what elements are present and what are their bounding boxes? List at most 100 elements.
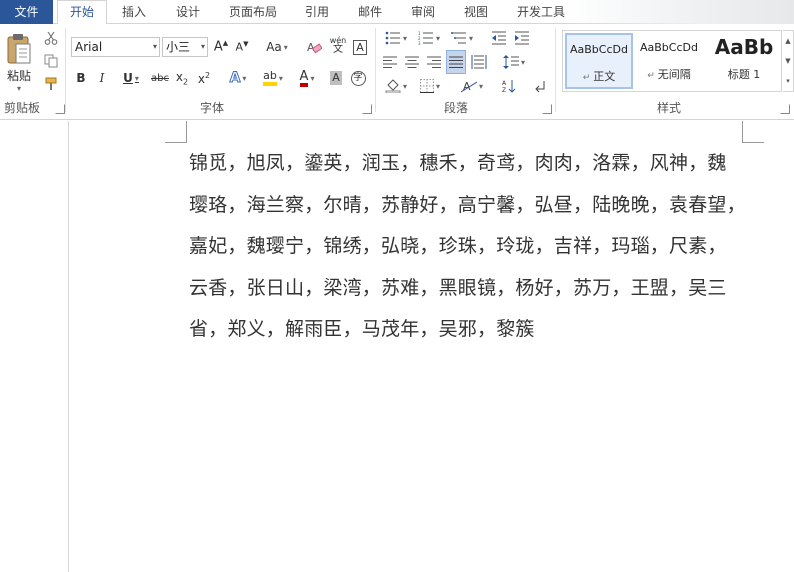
character-border-button[interactable]: A [351,36,369,58]
paragraph-mark-icon [535,81,545,93]
multilevel-list-button[interactable] [447,27,477,49]
copy-icon [44,54,58,68]
paste-label: 粘贴 [6,69,31,83]
line-spacing-button[interactable] [499,51,529,73]
subscript-icon: x2 [175,69,189,87]
sort-button[interactable]: AZ [500,75,518,97]
font-name-combo[interactable]: Arial ▾ [71,37,160,57]
align-left-icon [383,56,397,68]
underline-button[interactable]: U [116,67,146,89]
distributed-align-icon [471,55,487,69]
decrease-indent-button[interactable] [489,27,509,49]
tab-design[interactable]: 设计 [166,0,210,24]
align-center-button[interactable] [403,51,421,73]
highlight-button[interactable]: ab [258,67,288,89]
bullet-list-icon [385,31,400,45]
scroll-up-icon[interactable]: ▲ [783,31,793,51]
format-painter-button[interactable] [42,74,60,94]
tab-references[interactable]: 引用 [295,0,339,24]
bold-icon: B [76,71,86,85]
decrease-indent-icon [492,31,506,45]
crop-mark-top-left [165,121,187,143]
multilevel-list-icon [450,32,466,44]
style-normal[interactable]: AaBbCcDd ↵ 正文 [565,33,633,89]
style-no-spacing[interactable]: AaBbCcDd ↵ 无间隔 [635,33,703,89]
font-color-icon: A [299,70,309,87]
font-color-button[interactable]: A [293,67,321,89]
distributed-button[interactable] [469,51,489,73]
more-styles-icon[interactable]: ▾ [783,71,793,91]
phonetic-guide-button[interactable]: wén 文 [327,34,349,56]
scroll-down-icon[interactable]: ▼ [783,51,793,71]
text-effects-button[interactable]: A [224,67,252,89]
title-decoration [564,0,794,24]
style-heading-1[interactable]: AaBb 标题 1 [706,33,781,89]
font-size-value: 小三 [166,40,191,54]
tab-view[interactable]: 视图 [454,0,498,24]
tab-review[interactable]: 审阅 [401,0,445,24]
character-shading-icon: A [330,71,342,85]
style-sample: AaBbCcDd [640,41,698,54]
font-size-combo[interactable]: 小三 ▾ [162,37,208,57]
ribbon-home: 粘贴 ▾ 剪贴板 Arial ▾ 小三 ▾ A▲ A▼ Aa A [0,24,794,120]
increase-indent-button[interactable] [512,27,532,49]
paste-button[interactable]: 粘贴 ▾ [4,30,34,96]
tab-home[interactable]: 开始 [57,0,107,25]
change-case-label: Aa [266,40,282,54]
tab-file[interactable]: 文件 [0,0,53,24]
eraser-icon: A [307,41,322,54]
ribbon-tab-bar: 文件 开始 插入 设计 页面布局 引用 邮件 审阅 视图 开发工具 [0,0,794,25]
numbering-button[interactable]: 123 [414,27,444,49]
font-name-value: Arial [75,40,103,54]
strikethrough-button[interactable]: abc [150,67,170,89]
tab-mailings[interactable]: 邮件 [348,0,392,24]
bullets-button[interactable] [381,27,411,49]
cut-button[interactable] [42,28,60,48]
bold-button[interactable]: B [73,67,89,89]
show-marks-button[interactable] [531,75,549,97]
chinese-layout-button[interactable]: A [456,75,488,97]
tab-page-layout[interactable]: 页面布局 [222,0,284,24]
change-case-button[interactable]: Aa [261,36,293,58]
styles-dialog-launcher[interactable] [780,104,790,114]
styles-group-label: 样式 [657,101,682,115]
borders-icon [419,79,434,93]
document-area: 锦觅，旭凤，鎏英，润玉，穗禾，奇鸢，肉肉，洛霖，风神，魏 璎珞，海兰察，尔晴，苏… [0,121,794,572]
italic-icon: I [99,71,105,85]
superscript-button[interactable]: x2 [195,67,213,89]
document-body[interactable]: 锦觅，旭凤，鎏英，润玉，穗禾，奇鸢，肉肉，洛霖，风神，魏 璎珞，海兰察，尔晴，苏… [189,143,749,351]
align-left-button[interactable] [381,51,399,73]
document-line: 嘉妃，魏璎宁，锦绣，弘晓，珍珠，玲珑，吉祥，玛瑙，尺素， [189,235,727,257]
underline-icon: U [123,71,133,85]
paragraph-dialog-launcher[interactable] [542,104,552,114]
italic-button[interactable]: I [94,67,110,89]
shrink-font-button[interactable]: A▼ [233,36,251,58]
enclose-character-icon: 字 [350,70,366,86]
document-line: 云香，张日山，梁湾，苏难，黑眼镜，杨好，苏万，王盟，吴三 [189,276,727,299]
enclose-character-button[interactable]: 字 [349,67,367,89]
align-center-icon [405,56,419,68]
highlighter-icon: ab [263,70,277,86]
grow-font-button[interactable]: A▲ [212,36,230,58]
tab-developer[interactable]: 开发工具 [508,0,574,24]
shrink-font-icon: A▼ [235,40,249,54]
strikethrough-icon: abc [151,72,169,84]
clipboard-dialog-launcher[interactable] [55,104,65,114]
document-line: 锦觅，旭凤，鎏英，润玉，穗禾，奇鸢，肉肉，洛霖，风神，魏 [189,152,727,174]
tab-insert[interactable]: 插入 [112,0,156,24]
character-shading-button[interactable]: A [327,67,345,89]
chevron-down-icon: ▾ [16,84,21,93]
clipboard-group-label: 剪贴板 [4,101,41,115]
clear-formatting-button[interactable]: A [304,36,324,58]
paragraph-group-label: 段落 [444,101,469,115]
grow-font-icon: A▲ [213,39,229,55]
character-border-icon: A [353,39,367,55]
justify-button[interactable] [446,50,466,74]
shading-button[interactable] [381,75,411,97]
borders-button[interactable] [415,75,445,97]
svg-text:3: 3 [418,41,421,45]
copy-button[interactable] [42,51,60,71]
subscript-button[interactable]: x2 [173,67,191,89]
font-dialog-launcher[interactable] [362,104,372,114]
align-right-button[interactable] [425,51,443,73]
